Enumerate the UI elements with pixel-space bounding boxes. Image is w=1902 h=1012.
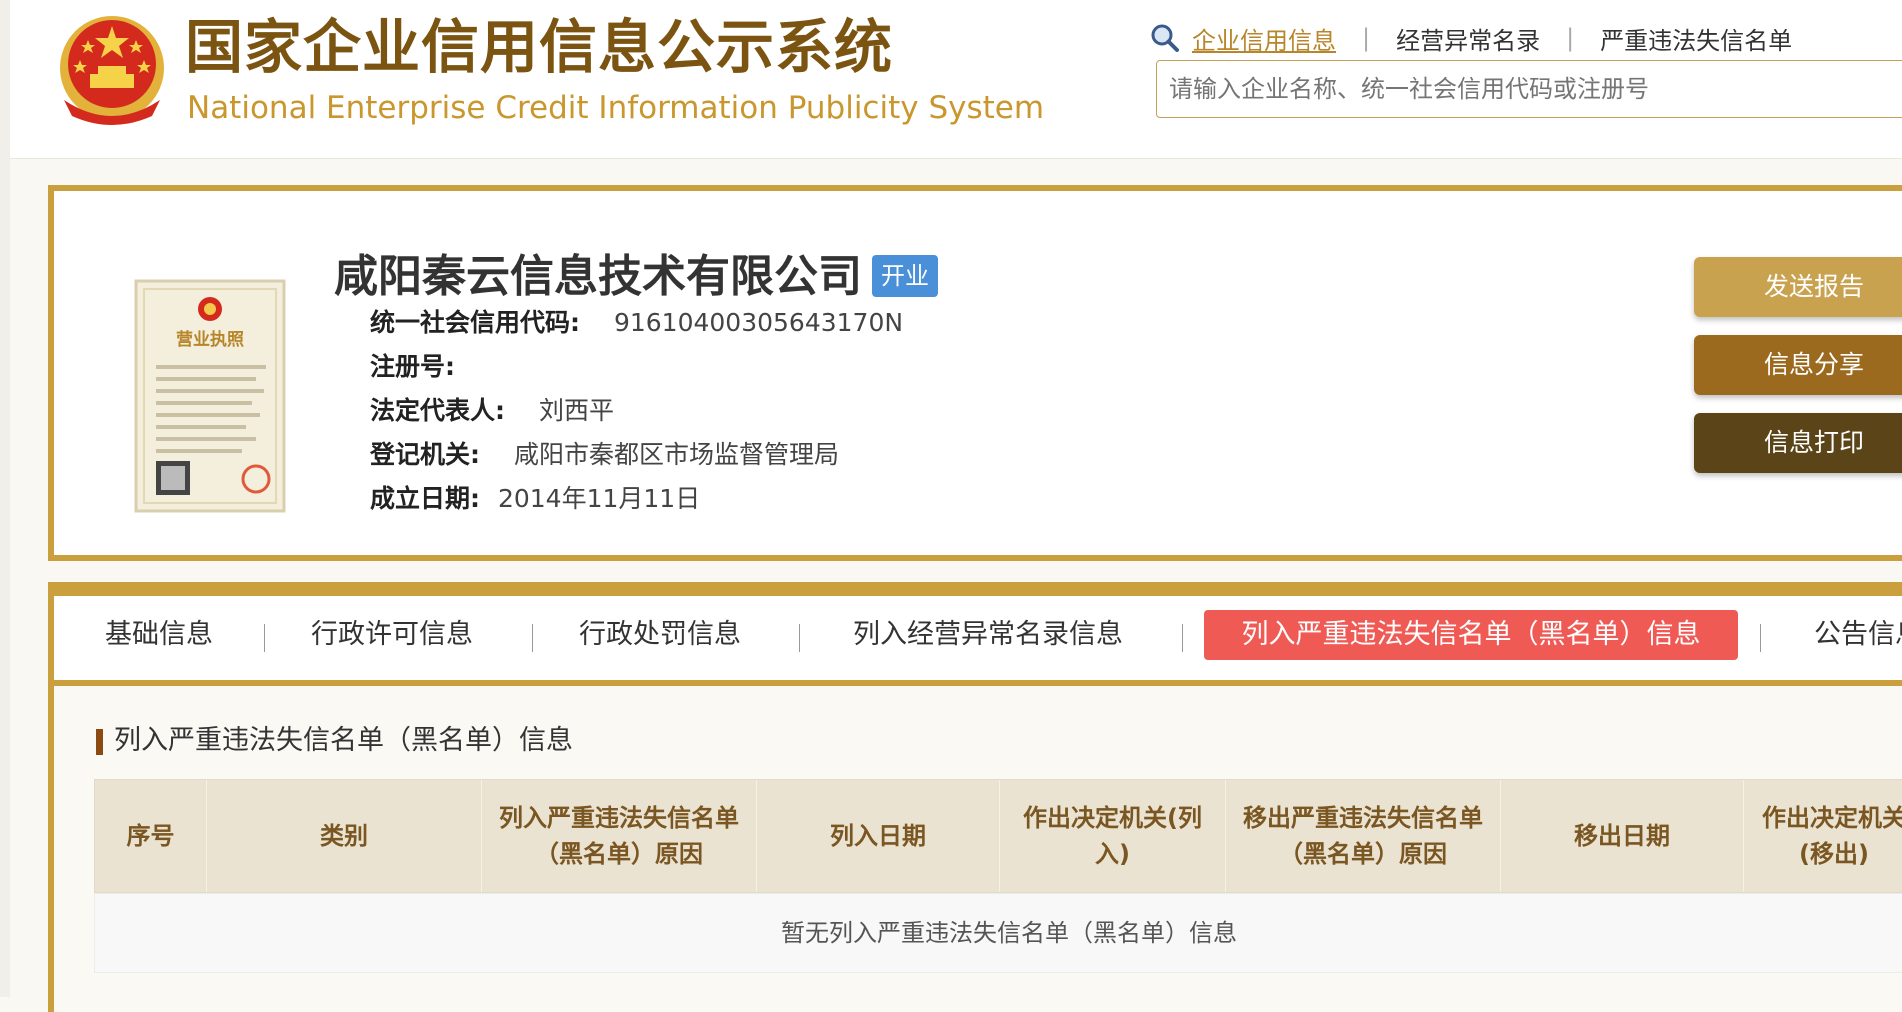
nav-divider: | — [1566, 24, 1575, 52]
search-input[interactable] — [1156, 60, 1902, 118]
column-header: 移出严重违法失信名单（黑名单）原因 — [1226, 780, 1501, 892]
tab-bar: 基础信息 行政许可信息 行政处罚信息 列入经营异常名录信息 列入严重违法失信名单… — [54, 596, 1902, 686]
page-left-edge — [0, 0, 10, 997]
field-credit-code: 统一社会信用代码: 91610400305643170N — [370, 305, 903, 341]
field-legal-rep: 法定代表人: 刘西平 — [370, 393, 614, 429]
field-value: 2014年11月11日 — [497, 484, 701, 513]
nav-enterprise-credit[interactable]: 企业信用信息 — [1192, 21, 1336, 56]
column-header: 移出日期 — [1501, 780, 1744, 892]
column-header: 列入日期 — [757, 780, 1000, 892]
field-label: 登记机关: — [370, 440, 480, 469]
tab-admin-license[interactable]: 行政许可信息 — [302, 610, 482, 660]
tab-basic-info[interactable]: 基础信息 — [94, 610, 224, 660]
license-caption: 营业执照 — [176, 329, 244, 350]
table-empty-message: 暂无列入严重违法失信名单（黑名单）信息 — [94, 893, 1902, 973]
nav-abnormal-list[interactable]: 经营异常名录 — [1396, 21, 1540, 56]
field-label: 注册号: — [370, 352, 455, 381]
tab-divider — [1182, 624, 1183, 652]
table-header: 序号 类别 列入严重违法失信名单（黑名单）原因 列入日期 作出决定机关(列入) … — [94, 779, 1902, 893]
column-header: 作出决定机关(移出) — [1744, 780, 1902, 892]
company-card: 营业执照 咸阳秦云信息技术有限公司 开业 统一社会信用代码: 916104003… — [48, 185, 1902, 561]
field-value: 91610400305643170N — [613, 308, 904, 337]
field-label: 成立日期: — [370, 484, 480, 513]
status-badge: 开业 — [872, 255, 938, 297]
field-label: 法定代表人: — [370, 396, 505, 425]
tab-divider — [1760, 624, 1761, 652]
column-header: 列入严重违法失信名单（黑名单）原因 — [482, 780, 757, 892]
print-button[interactable]: 信息打印 — [1694, 413, 1902, 473]
national-emblem-icon — [60, 16, 164, 125]
site-header: 国家企业信用信息公示系统 National Enterprise Credit … — [10, 0, 1902, 159]
column-header: 序号 — [95, 780, 207, 892]
tab-divider — [799, 624, 800, 652]
detail-section: 基础信息 行政许可信息 行政处罚信息 列入经营异常名录信息 列入严重违法失信名单… — [48, 582, 1902, 1012]
column-header: 作出决定机关(列入) — [1000, 780, 1226, 892]
field-founded-date: 成立日期: 2014年11月11日 — [370, 481, 700, 517]
top-nav: 企业信用信息 | 经营异常名录 | 严重违法失信名单 — [1150, 18, 1792, 58]
tab-divider — [532, 624, 533, 652]
tab-divider — [264, 624, 265, 652]
company-name: 咸阳秦云信息技术有限公司 — [334, 251, 862, 302]
search-icon — [1151, 24, 1179, 52]
nav-divider: | — [1362, 24, 1371, 52]
field-label: 统一社会信用代码: — [370, 308, 580, 337]
column-header: 类别 — [207, 780, 482, 892]
field-value: 咸阳市秦都区市场监督管理局 — [513, 440, 839, 469]
nav-blacklist[interactable]: 严重违法失信名单 — [1600, 21, 1792, 56]
tab-blacklist[interactable]: 列入严重违法失信名单（黑名单）信息 — [1204, 610, 1738, 660]
tab-abnormal-list[interactable]: 列入经营异常名录信息 — [838, 610, 1138, 660]
section-title: 列入严重违法失信名单（黑名单）信息 — [96, 721, 573, 761]
tab-announcement[interactable]: 公告信息 — [1814, 610, 1902, 660]
site-title-en: National Enterprise Credit Information P… — [187, 90, 1045, 126]
share-button[interactable]: 信息分享 — [1694, 335, 1902, 395]
field-reg-authority: 登记机关: 咸阳市秦都区市场监督管理局 — [370, 437, 839, 473]
site-title-cn: 国家企业信用信息公示系统 — [185, 13, 894, 81]
business-license-image: 营业执照 — [134, 279, 286, 513]
field-value: 刘西平 — [538, 396, 614, 425]
field-reg-number: 注册号: — [370, 349, 455, 385]
tab-admin-penalty[interactable]: 行政处罚信息 — [570, 610, 750, 660]
send-report-button[interactable]: 发送报告 — [1694, 257, 1902, 317]
